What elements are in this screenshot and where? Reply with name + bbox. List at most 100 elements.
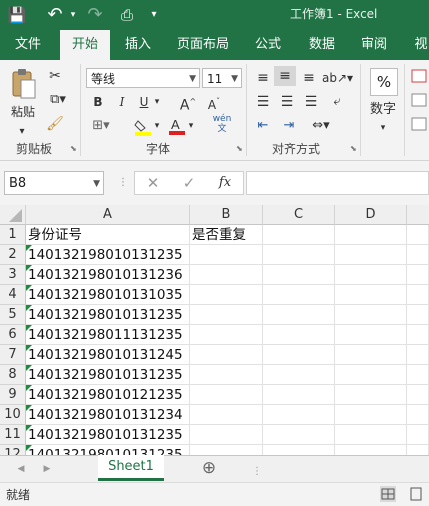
cell-a[interactable]: 140132198010131235 bbox=[26, 305, 190, 325]
row-header[interactable]: 11 bbox=[0, 425, 26, 445]
cell-a[interactable]: 140132198010131235 bbox=[26, 425, 190, 445]
italic-button[interactable]: I bbox=[114, 92, 130, 112]
cell-d[interactable] bbox=[335, 365, 407, 385]
merge-center-icon[interactable]: ⇔▾ bbox=[306, 116, 336, 136]
cell-b[interactable] bbox=[190, 405, 263, 425]
number-dropdown-icon[interactable]: ▾ bbox=[374, 118, 392, 138]
cell-c[interactable] bbox=[263, 405, 335, 425]
cell-d[interactable] bbox=[335, 305, 407, 325]
clipboard-launcher-icon[interactable]: ⬊ bbox=[70, 144, 77, 153]
borders-icon[interactable]: ⊞▾ bbox=[88, 116, 114, 136]
formula-input[interactable] bbox=[246, 171, 429, 195]
row-header[interactable]: 5 bbox=[0, 305, 26, 325]
font-name-select[interactable]: 等线 ▼ bbox=[86, 68, 200, 88]
save-icon[interactable]: 💾 bbox=[6, 4, 28, 26]
cell-b[interactable] bbox=[190, 325, 263, 345]
cut-icon[interactable]: ✂ bbox=[46, 66, 64, 86]
cell-a[interactable]: 140132198010131234 bbox=[26, 405, 190, 425]
paste-icon[interactable] bbox=[10, 68, 38, 102]
tab-page-layout[interactable]: 页面布局 bbox=[170, 30, 236, 60]
cell-d[interactable] bbox=[335, 265, 407, 285]
align-center-icon[interactable]: ☰ bbox=[276, 92, 298, 112]
align-top-icon[interactable]: ≡ bbox=[252, 68, 274, 88]
select-all-corner[interactable] bbox=[0, 205, 26, 225]
print-preview-icon[interactable]: ⎙ bbox=[116, 4, 138, 26]
cell-c[interactable] bbox=[263, 285, 335, 305]
cell-b[interactable]: 是否重复 bbox=[190, 225, 263, 245]
undo-icon[interactable]: ↶ bbox=[44, 4, 66, 26]
bold-button[interactable]: B bbox=[90, 92, 106, 112]
cell-b[interactable] bbox=[190, 385, 263, 405]
cell-c[interactable] bbox=[263, 325, 335, 345]
font-color-dropdown-icon[interactable]: ▾ bbox=[186, 116, 196, 136]
cell-c[interactable] bbox=[263, 345, 335, 365]
cell-c[interactable] bbox=[263, 225, 335, 245]
font-size-select[interactable]: 11 ▼ bbox=[202, 68, 242, 88]
cell-e[interactable] bbox=[407, 365, 429, 385]
customize-toolbar-icon[interactable]: ▾ bbox=[148, 4, 160, 26]
cell-d[interactable] bbox=[335, 425, 407, 445]
cell-b[interactable] bbox=[190, 365, 263, 385]
cell-e[interactable] bbox=[407, 265, 429, 285]
cell-e[interactable] bbox=[407, 405, 429, 425]
number-format-button[interactable]: 数字 bbox=[364, 100, 402, 120]
tab-file[interactable]: 文件 bbox=[4, 30, 52, 60]
cell-c[interactable] bbox=[263, 385, 335, 405]
cell-d[interactable] bbox=[335, 245, 407, 265]
align-right-icon[interactable]: ☰ bbox=[300, 92, 322, 112]
cell-e[interactable] bbox=[407, 285, 429, 305]
tab-splitter-icon[interactable]: ⋮ bbox=[252, 466, 262, 477]
cell-b[interactable] bbox=[190, 345, 263, 365]
cell-a[interactable]: 140132198011131235 bbox=[26, 325, 190, 345]
scroll-right-icon[interactable]: ▶ bbox=[40, 459, 54, 479]
cell-e[interactable] bbox=[407, 425, 429, 445]
redo-icon[interactable]: ↷ bbox=[84, 4, 106, 26]
wrap-text-icon[interactable]: ⤶ bbox=[326, 92, 348, 112]
column-header-e[interactable] bbox=[407, 205, 429, 225]
tab-home[interactable]: 开始 bbox=[60, 30, 110, 60]
cell-d[interactable] bbox=[335, 405, 407, 425]
cell-a[interactable]: 140132198010131235 bbox=[26, 245, 190, 265]
format-painter-icon[interactable]: 🖌 bbox=[46, 114, 64, 134]
cell-a[interactable]: 身份证号 bbox=[26, 225, 190, 245]
cell-d[interactable] bbox=[335, 225, 407, 245]
underline-button[interactable]: U bbox=[136, 92, 152, 112]
tab-review[interactable]: 审阅 bbox=[350, 30, 398, 60]
cell-a[interactable]: 140132198010131235 bbox=[26, 365, 190, 385]
cell-c[interactable] bbox=[263, 265, 335, 285]
row-header[interactable]: 3 bbox=[0, 265, 26, 285]
tab-data[interactable]: 数据 bbox=[298, 30, 346, 60]
cell-a[interactable]: 140132198010121235 bbox=[26, 385, 190, 405]
cell-e[interactable] bbox=[407, 345, 429, 365]
scroll-left-icon[interactable]: ◀ bbox=[14, 459, 28, 479]
underline-dropdown-icon[interactable]: ▾ bbox=[152, 92, 162, 112]
row-header[interactable]: 6 bbox=[0, 325, 26, 345]
row-header[interactable]: 9 bbox=[0, 385, 26, 405]
tab-formulas[interactable]: 公式 bbox=[244, 30, 292, 60]
name-box[interactable]: B8 ▼ bbox=[4, 171, 104, 195]
row-header[interactable]: 7 bbox=[0, 345, 26, 365]
row-header[interactable]: 2 bbox=[0, 245, 26, 265]
phonetic-guide-button[interactable]: wén 文 bbox=[210, 114, 234, 134]
align-left-icon[interactable]: ☰ bbox=[252, 92, 274, 112]
cell-c[interactable] bbox=[263, 305, 335, 325]
undo-dropdown-icon[interactable]: ▾ bbox=[68, 4, 78, 26]
decrease-indent-icon[interactable]: ⇤ bbox=[252, 116, 274, 136]
row-header[interactable]: 4 bbox=[0, 285, 26, 305]
cell-d[interactable] bbox=[335, 285, 407, 305]
row-header[interactable]: 10 bbox=[0, 405, 26, 425]
paste-button[interactable]: 粘贴 bbox=[6, 102, 40, 122]
fill-color-dropdown-icon[interactable]: ▾ bbox=[152, 116, 162, 136]
column-header-d[interactable]: D bbox=[335, 205, 407, 225]
cell-d[interactable] bbox=[335, 345, 407, 365]
cell-d[interactable] bbox=[335, 385, 407, 405]
tab-insert[interactable]: 插入 bbox=[114, 30, 162, 60]
cancel-icon[interactable]: ✕ bbox=[142, 173, 164, 193]
cell-a[interactable]: 140132198010131035 bbox=[26, 285, 190, 305]
cell-e[interactable] bbox=[407, 305, 429, 325]
styles-partial-icon[interactable] bbox=[410, 68, 429, 138]
column-header-b[interactable]: B bbox=[190, 205, 263, 225]
column-header-c[interactable]: C bbox=[263, 205, 335, 225]
cell-e[interactable] bbox=[407, 325, 429, 345]
cell-a[interactable]: 140132198010131245 bbox=[26, 345, 190, 365]
